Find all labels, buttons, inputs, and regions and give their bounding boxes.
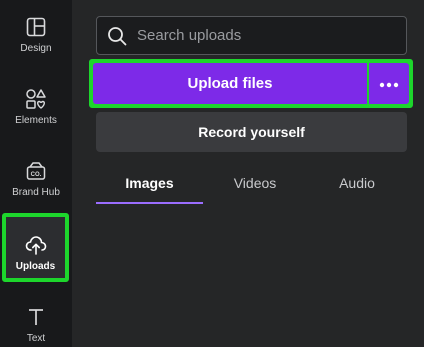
rail-item-label: Text [26,333,46,344]
record-yourself-button[interactable]: Record yourself [96,112,407,152]
uploads-panel-app: Design Elements CO. Brand Hub Uploads Te… [0,0,424,347]
search-icon [107,26,127,46]
side-rail: Design Elements CO. Brand Hub Uploads Te… [0,0,72,347]
brand-hub-icon: CO. [25,160,47,182]
tab-images[interactable]: Images [96,170,203,204]
rail-item-label: Elements [15,115,57,126]
rail-item-elements[interactable]: Elements [0,88,72,126]
shapes-icon [25,88,47,110]
rail-item-label: Brand Hub [12,187,60,198]
more-horizontal-icon [379,76,399,91]
layout-icon [25,16,47,38]
upload-files-button[interactable]: Upload files [93,63,367,104]
search-bar[interactable] [96,16,407,55]
text-icon [25,306,47,328]
media-tabs: Images Videos Audio [96,170,407,204]
svg-text:CO.: CO. [31,172,42,178]
upload-files-group: Upload files [89,59,413,108]
rail-item-design[interactable]: Design [0,16,72,54]
search-input[interactable] [137,27,377,44]
rail-item-text[interactable]: Text [0,306,72,344]
rail-item-brand-hub[interactable]: CO. Brand Hub [0,160,72,198]
tab-videos[interactable]: Videos [203,170,307,204]
cloud-upload-icon [25,234,47,256]
more-options-button[interactable] [369,63,409,104]
rail-item-uploads[interactable]: Uploads [2,213,69,282]
tab-audio[interactable]: Audio [307,170,407,204]
rail-item-label: Design [20,43,52,54]
rail-item-label: Uploads [15,261,56,272]
